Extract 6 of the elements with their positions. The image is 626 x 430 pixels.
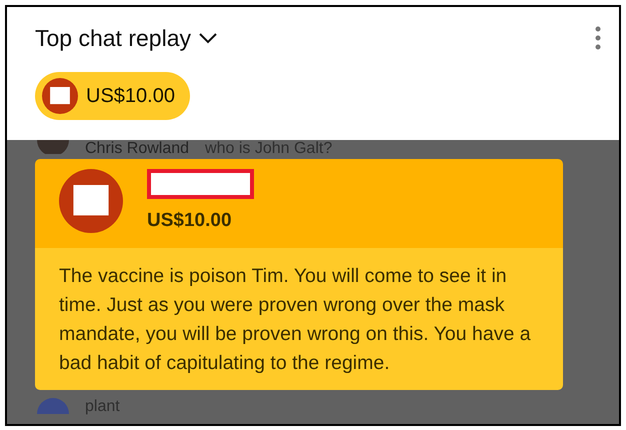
author-name: Chris Rowland xyxy=(85,140,190,158)
chat-mode-dropdown[interactable]: Top chat replay xyxy=(35,21,217,56)
ticker-chip[interactable]: US$10.00 xyxy=(35,72,190,120)
super-chat-amount: US$10.00 xyxy=(147,209,233,233)
chat-title: Top chat replay xyxy=(35,24,191,53)
super-chat-message: The vaccine is poison Tim. You will come to see it in time. Just as you were proven wrong over the mask mandate, you will be proven wrong on this. You have a bad habit of capitulating to the regime. xyxy=(35,248,563,390)
